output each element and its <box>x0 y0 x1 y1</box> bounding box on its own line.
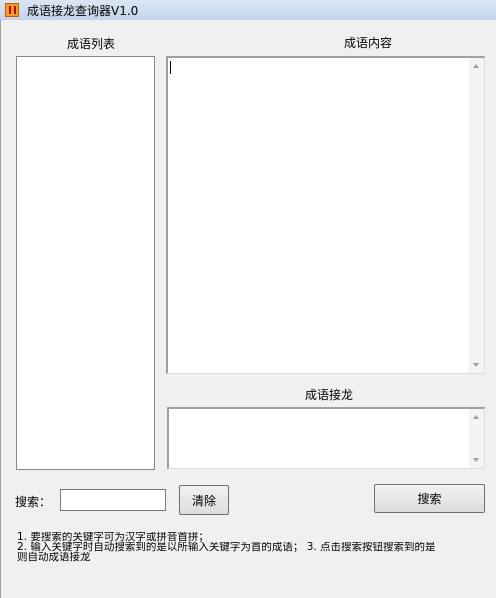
idiom-content-textarea[interactable] <box>166 56 485 374</box>
text-caret <box>170 61 171 74</box>
idiom-list-label: 成语列表 <box>67 37 116 51</box>
idiom-chain-label: 成语接龙 <box>305 388 354 402</box>
scroll-up-arrow-icon[interactable] <box>473 415 479 419</box>
idiom-list[interactable] <box>16 56 155 470</box>
search-label: 搜索： <box>15 495 52 509</box>
idiom-content-scrollbar[interactable] <box>469 58 484 373</box>
app-icon <box>5 3 19 17</box>
help-text: 1. 要搜索的关键字可为汉字或拼音首拼； 2. 输入关键字时自动搜索到的是以所输… <box>17 532 495 562</box>
scroll-down-arrow-icon[interactable] <box>473 458 479 462</box>
idiom-chain-textarea[interactable] <box>167 407 485 469</box>
clear-button[interactable]: 清除 <box>179 485 229 515</box>
search-input[interactable] <box>60 489 166 511</box>
help-line-1: 1. 要搜索的关键字可为汉字或拼音首拼； <box>17 532 209 542</box>
help-line-2: 2. 输入关键字时自动搜索到的是以所输入关键字为首的成语； 3. 点击搜索按钮搜… <box>17 542 436 552</box>
title-bar: 成语接龙查询器V1.0 <box>0 0 496 20</box>
scroll-up-arrow-icon[interactable] <box>473 64 479 68</box>
main-window: 成语列表 成语内容 成语接龙 搜索： 清除 搜索 <box>0 20 496 598</box>
scroll-down-arrow-icon[interactable] <box>473 363 479 367</box>
idiom-content-label: 成语内容 <box>344 36 393 50</box>
help-line-3: 则自动成语接龙 <box>17 552 91 562</box>
window-title: 成语接龙查询器V1.0 <box>27 4 139 18</box>
search-button[interactable]: 搜索 <box>374 484 485 513</box>
idiom-chain-scrollbar[interactable] <box>469 409 484 468</box>
